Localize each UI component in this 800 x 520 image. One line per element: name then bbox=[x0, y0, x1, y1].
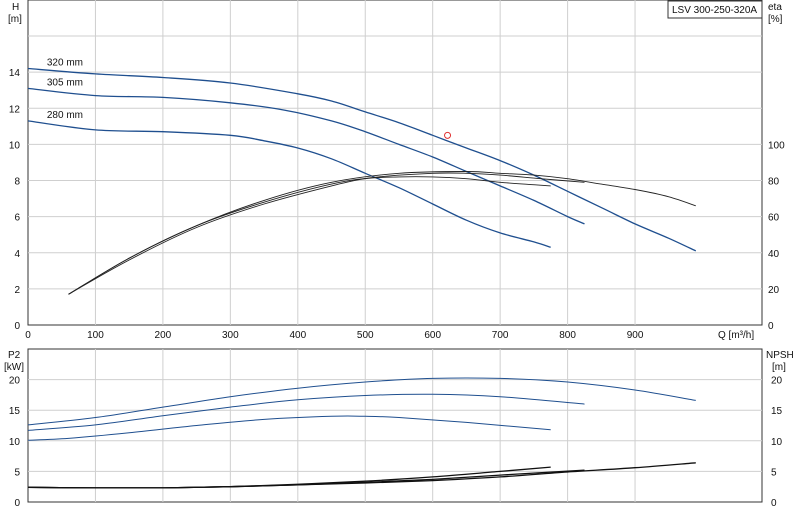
model-label: LSV 300-250-320A bbox=[672, 5, 757, 16]
impeller-diameter-label: 305 mm bbox=[47, 77, 83, 88]
head-tick-label: 8 bbox=[14, 177, 20, 188]
x-tick-label: 200 bbox=[155, 330, 172, 341]
npsh-curve bbox=[27, 469, 585, 489]
npsh-tick-label: 5 bbox=[771, 467, 777, 478]
head-curve bbox=[27, 120, 551, 248]
npsh-axis-label-symbol: NPSH bbox=[766, 350, 794, 361]
eta-axis-label-unit: [%] bbox=[768, 14, 783, 25]
npsh-axis-label-unit: [m] bbox=[772, 362, 786, 373]
x-tick-label: 600 bbox=[424, 330, 441, 341]
head-curve bbox=[27, 67, 697, 252]
pump-performance-chart: H [m] eta [%] Q [m³/h] LSV 300-250-320A … bbox=[4, 0, 794, 509]
eta-tick-label: 100 bbox=[768, 140, 785, 151]
head-tick-label: 12 bbox=[9, 104, 21, 115]
eta-tick-label: 20 bbox=[768, 285, 780, 296]
power-tick-label: 0 bbox=[14, 498, 20, 509]
eta-axis-label-symbol: eta bbox=[768, 2, 782, 13]
duty-point-marker bbox=[444, 131, 452, 139]
head-tick-label: 6 bbox=[14, 213, 20, 224]
power-axis-label-unit: [kW] bbox=[4, 362, 24, 373]
npsh-curve bbox=[27, 462, 696, 489]
npsh-tick-label: 15 bbox=[771, 406, 783, 417]
power-axis-label-symbol: P2 bbox=[8, 350, 21, 361]
eta-tick-label: 60 bbox=[768, 213, 780, 224]
x-tick-label: 500 bbox=[357, 330, 374, 341]
power-curve bbox=[27, 415, 551, 441]
eta-tick-label: 80 bbox=[768, 177, 780, 188]
power-tick-label: 15 bbox=[9, 406, 21, 417]
head-axis-label-symbol: H bbox=[12, 2, 19, 13]
x-tick-label: 800 bbox=[559, 330, 576, 341]
npsh-tick-label: 0 bbox=[771, 498, 777, 509]
x-tick-label: 300 bbox=[222, 330, 239, 341]
efficiency-curve bbox=[68, 172, 585, 295]
upper-plot-frame bbox=[27, 0, 763, 326]
impeller-diameter-label: 320 mm bbox=[47, 58, 83, 69]
head-tick-label: 14 bbox=[9, 68, 21, 79]
head-axis-label-unit: [m] bbox=[8, 14, 22, 25]
npsh-tick-label: 10 bbox=[771, 437, 783, 448]
power-tick-label: 20 bbox=[9, 376, 21, 387]
x-tick-label: 700 bbox=[492, 330, 509, 341]
power-tick-label: 5 bbox=[14, 467, 20, 478]
flow-axis-label: Q [m³/h] bbox=[718, 330, 754, 341]
head-tick-label: 4 bbox=[14, 249, 20, 260]
impeller-diameter-label: 280 mm bbox=[47, 110, 83, 121]
x-tick-label: 100 bbox=[87, 330, 104, 341]
eta-tick-label: 0 bbox=[768, 321, 774, 332]
x-tick-label: 400 bbox=[289, 330, 306, 341]
eta-tick-label: 40 bbox=[768, 249, 780, 260]
npsh-curve bbox=[27, 466, 551, 489]
x-tick-label: 0 bbox=[25, 330, 31, 341]
power-curve bbox=[27, 377, 696, 426]
x-tick-label: 900 bbox=[627, 330, 644, 341]
npsh-tick-label: 20 bbox=[771, 376, 783, 387]
head-tick-label: 10 bbox=[9, 140, 21, 151]
efficiency-curve bbox=[68, 176, 551, 295]
head-tick-label: 0 bbox=[14, 321, 20, 332]
power-tick-label: 10 bbox=[9, 437, 21, 448]
head-tick-label: 2 bbox=[14, 285, 20, 296]
